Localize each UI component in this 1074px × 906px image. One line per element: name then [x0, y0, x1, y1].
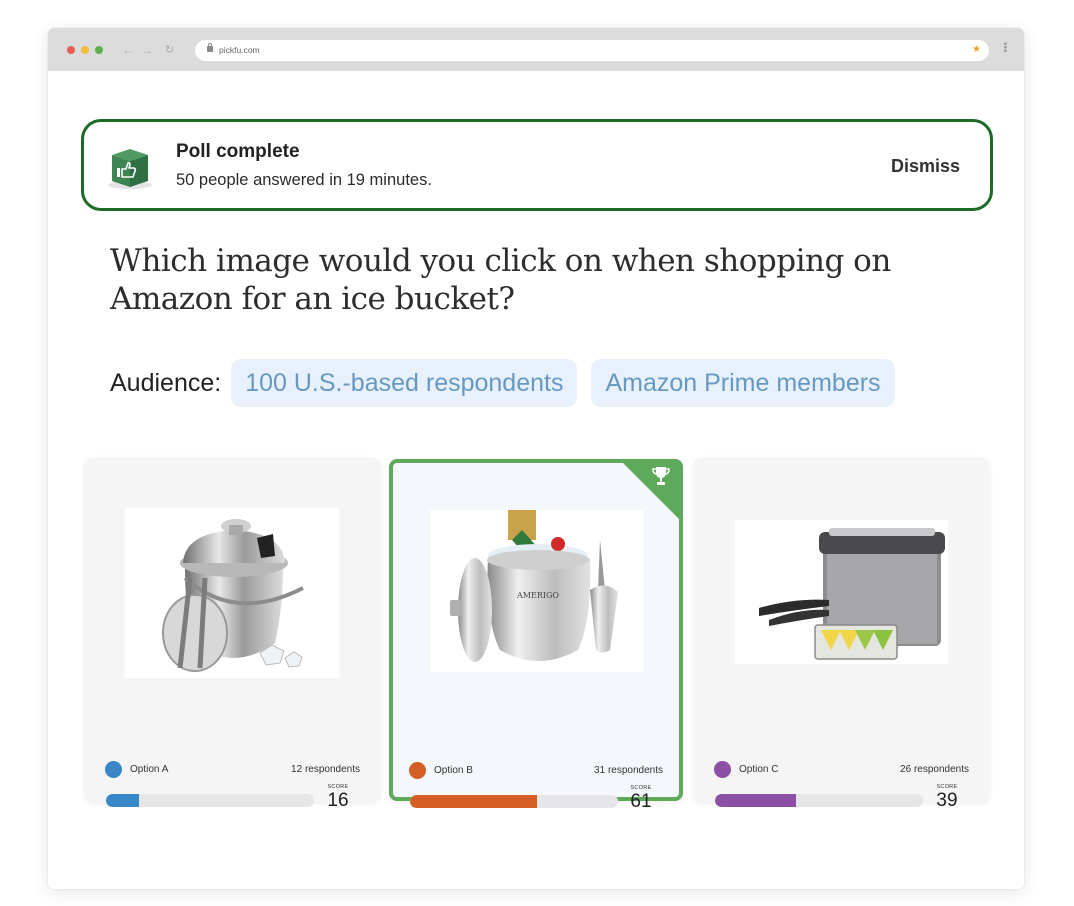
bookmark-star-icon[interactable]: ★ — [972, 43, 981, 57]
option-header: Option C 26 respondents — [714, 760, 969, 778]
ice-bucket-image — [162, 519, 304, 672]
trophy-icon — [652, 467, 670, 485]
audience-chip: Amazon Prime members — [591, 359, 895, 407]
score-block: SCORE 61 — [621, 785, 661, 812]
audience-label: Audience: — [110, 368, 222, 397]
score-bar — [715, 794, 923, 807]
score-bar — [106, 794, 314, 807]
reload-icon[interactable]: ↻ — [165, 41, 174, 59]
score-block: SCORE 16 — [318, 784, 358, 811]
browser-toolbar: ← → ↻ pickfu.com ★ ••• — [48, 28, 1024, 71]
product-image-b: AMERIGO — [430, 510, 643, 672]
score-bar-fill — [106, 794, 140, 807]
option-card-b[interactable]: AMERIGO Option B 31 respondents SCORE 61 — [389, 459, 683, 812]
ice-bucket-image: AMERIGO — [450, 510, 618, 662]
score-bar — [410, 795, 618, 808]
audience-row: Audience: 100 U.S.-based respondents Ama… — [110, 359, 909, 407]
lock-icon — [207, 43, 213, 52]
product-image-a — [125, 508, 339, 678]
option-color-dot — [714, 760, 731, 778]
respondent-count: 31 respondents — [594, 764, 663, 776]
option-label: Option C — [739, 763, 779, 775]
option-header: Option A 12 respondents — [105, 760, 360, 778]
url-text: pickfu.com — [219, 45, 260, 55]
product-image-c — [735, 520, 948, 664]
back-arrow-icon[interactable]: ← — [122, 41, 134, 59]
banner-subtitle: 50 people answered in 19 minutes. — [176, 171, 432, 189]
option-header: Option B 31 respondents — [409, 761, 663, 779]
poll-complete-banner: Poll complete 50 people answered in 19 m… — [81, 119, 993, 211]
ice-bucket-image — [759, 528, 945, 660]
score-value: 39 — [936, 790, 958, 811]
option-card-c[interactable]: Option C 26 respondents SCORE 39 — [694, 458, 989, 811]
address-bar[interactable]: pickfu.com ★ — [195, 40, 989, 61]
banner-title: Poll complete — [176, 141, 300, 162]
score-bar-fill — [715, 794, 797, 807]
score-value: 16 — [327, 790, 349, 811]
option-label: Option B — [434, 764, 473, 776]
thumbs-up-cube-icon — [108, 149, 152, 189]
minimize-window-button[interactable] — [81, 46, 89, 54]
score-value: 61 — [630, 791, 652, 812]
forward-arrow-icon[interactable]: → — [141, 41, 153, 59]
option-label: Option A — [130, 763, 169, 775]
svg-text:AMERIGO: AMERIGO — [516, 591, 559, 600]
option-color-dot — [409, 761, 426, 779]
respondent-count: 26 respondents — [900, 763, 969, 775]
browser-window: ← → ↻ pickfu.com ★ ••• Poll complete 50 … — [48, 28, 1024, 889]
option-color-dot — [105, 760, 122, 778]
dismiss-button[interactable]: Dismiss — [891, 156, 960, 177]
score-bar-fill — [410, 795, 537, 808]
audience-chip: 100 U.S.-based respondents — [231, 359, 578, 407]
browser-menu-icon[interactable]: ••• — [999, 42, 1010, 53]
score-block: SCORE 39 — [927, 784, 967, 811]
respondent-count: 12 respondents — [291, 763, 360, 775]
close-window-button[interactable] — [67, 46, 75, 54]
poll-question: Which image would you click on when shop… — [110, 243, 891, 317]
option-card-a[interactable]: Option A 12 respondents SCORE 16 — [85, 458, 380, 811]
maximize-window-button[interactable] — [95, 46, 103, 54]
